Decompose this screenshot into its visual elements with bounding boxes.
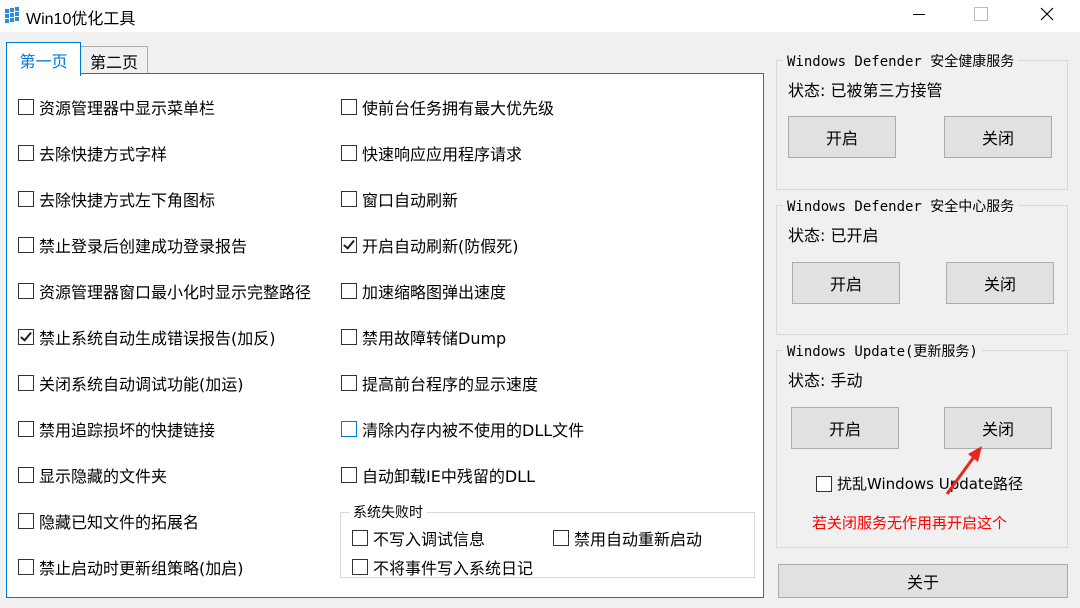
checkbox-box[interactable] <box>341 237 357 253</box>
defender-health-on-button[interactable]: 开启 <box>788 116 896 158</box>
checkbox-disable-auto-debug[interactable]: 关闭系统自动调试功能(加运) <box>18 371 244 395</box>
checkbox-box[interactable] <box>18 467 34 483</box>
windows-update-on-button[interactable]: 开启 <box>791 407 899 449</box>
group-title: Windows Update(更新服务) <box>783 341 982 361</box>
checkbox-no-error-report[interactable]: 禁止系统自动生成错误报告(加反) <box>18 325 276 349</box>
checkbox-no-auto-restart[interactable]: 禁用自动重新启动 <box>553 526 702 550</box>
checkbox-no-gp-update-on-boot[interactable]: 禁止启动时更新组策略(加启) <box>18 555 244 579</box>
checkbox-remove-shortcut-arrow[interactable]: 去除快捷方式左下角图标 <box>18 187 215 211</box>
checkbox-box[interactable] <box>18 283 34 299</box>
checkbox-no-debug-info[interactable]: 不写入调试信息 <box>352 526 485 550</box>
checkbox-foreground-priority[interactable]: 使前台任务拥有最大优先级 <box>341 95 554 119</box>
checkbox-window-auto-refresh[interactable]: 窗口自动刷新 <box>341 187 458 211</box>
checkbox-box[interactable] <box>18 559 34 575</box>
checkbox-box[interactable] <box>352 559 368 575</box>
checkbox-disable-link-tracking[interactable]: 禁用追踪损坏的快捷链接 <box>18 417 215 441</box>
group-title: 系统失败时 <box>349 502 427 522</box>
checkbox-show-menu-bar[interactable]: 资源管理器中显示菜单栏 <box>18 95 215 119</box>
checkbox-box[interactable] <box>341 421 357 437</box>
checkbox-box[interactable] <box>341 329 357 345</box>
checkbox-box[interactable] <box>341 145 357 161</box>
checkbox-box[interactable] <box>341 191 357 207</box>
windows-update-status: 状态: 手动 <box>788 371 863 390</box>
checkbox-box[interactable] <box>18 145 34 161</box>
checkbox-no-event-log[interactable]: 不将事件写入系统日记 <box>352 555 533 579</box>
close-button[interactable] <box>1024 0 1070 28</box>
checkbox-box[interactable] <box>18 375 34 391</box>
checkbox-hide-known-extensions[interactable]: 隐藏已知文件的拓展名 <box>18 509 199 533</box>
checkbox-box[interactable] <box>341 283 357 299</box>
defender-health-off-button[interactable]: 关闭 <box>944 116 1052 158</box>
checkbox-box[interactable] <box>816 475 832 492</box>
checkbox-box[interactable] <box>18 99 34 115</box>
maximize-button[interactable] <box>958 0 1004 28</box>
defender-center-status: 状态: 已开启 <box>788 226 879 245</box>
checkbox-auto-refresh-anti-freeze[interactable]: 开启自动刷新(防假死) <box>341 233 519 257</box>
minimize-icon <box>913 13 925 15</box>
checkbox-box[interactable] <box>341 467 357 483</box>
defender-center-on-button[interactable]: 开启 <box>792 262 900 304</box>
group-title: Windows Defender 安全中心服务 <box>783 196 1019 216</box>
checkbox-show-hidden-folders[interactable]: 显示隐藏的文件夹 <box>18 463 167 487</box>
checkbox-fast-thumbnail[interactable]: 加速缩略图弹出速度 <box>341 279 506 303</box>
checkbox-box[interactable] <box>18 191 34 207</box>
checkbox-box[interactable] <box>18 329 34 345</box>
tab-page-1[interactable]: 第一页 <box>6 42 81 76</box>
title-bar: Win10优化工具 <box>0 0 1080 32</box>
about-button[interactable]: 关于 <box>778 564 1068 598</box>
checkbox-scramble-update-path[interactable]: 扰乱Windows Update路径 <box>816 473 1023 494</box>
checkbox-clear-unused-dll[interactable]: 清除内存内被不使用的DLL文件 <box>341 417 584 441</box>
checkbox-fast-app-response[interactable]: 快速响应应用程序请求 <box>341 141 522 165</box>
checkbox-box[interactable] <box>18 513 34 529</box>
checkbox-box[interactable] <box>18 237 34 253</box>
defender-center-off-button[interactable]: 关闭 <box>946 262 1054 304</box>
app-icon <box>5 7 19 23</box>
checkbox-box[interactable] <box>341 375 357 391</box>
tab-page-2[interactable]: 第二页 <box>80 46 148 74</box>
checkbox-foreground-display-speed[interactable]: 提高前台程序的显示速度 <box>341 371 538 395</box>
warning-text: 若关闭服务无作用再开启这个 <box>812 514 1008 532</box>
minimize-button[interactable] <box>896 0 942 28</box>
checkbox-remove-shortcut-text[interactable]: 去除快捷方式字样 <box>18 141 167 165</box>
checkbox-box[interactable] <box>352 530 368 546</box>
group-title: Windows Defender 安全健康服务 <box>783 51 1019 71</box>
checkbox-full-path-minimized[interactable]: 资源管理器窗口最小化时显示完整路径 <box>18 279 311 303</box>
checkbox-box[interactable] <box>553 530 569 546</box>
maximize-icon <box>974 7 988 21</box>
defender-health-status: 状态: 已被第三方接管 <box>788 81 943 100</box>
checkbox-unload-ie-dll[interactable]: 自动卸载IE中残留的DLL <box>341 463 535 487</box>
window-title: Win10优化工具 <box>26 11 136 28</box>
checkbox-disable-dump[interactable]: 禁用故障转储Dump <box>341 325 506 349</box>
checkbox-box[interactable] <box>341 99 357 115</box>
checkbox-no-login-report[interactable]: 禁止登录后创建成功登录报告 <box>18 233 247 257</box>
close-icon <box>1040 7 1054 21</box>
annotation-arrow-icon <box>945 446 982 495</box>
checkbox-box[interactable] <box>18 421 34 437</box>
